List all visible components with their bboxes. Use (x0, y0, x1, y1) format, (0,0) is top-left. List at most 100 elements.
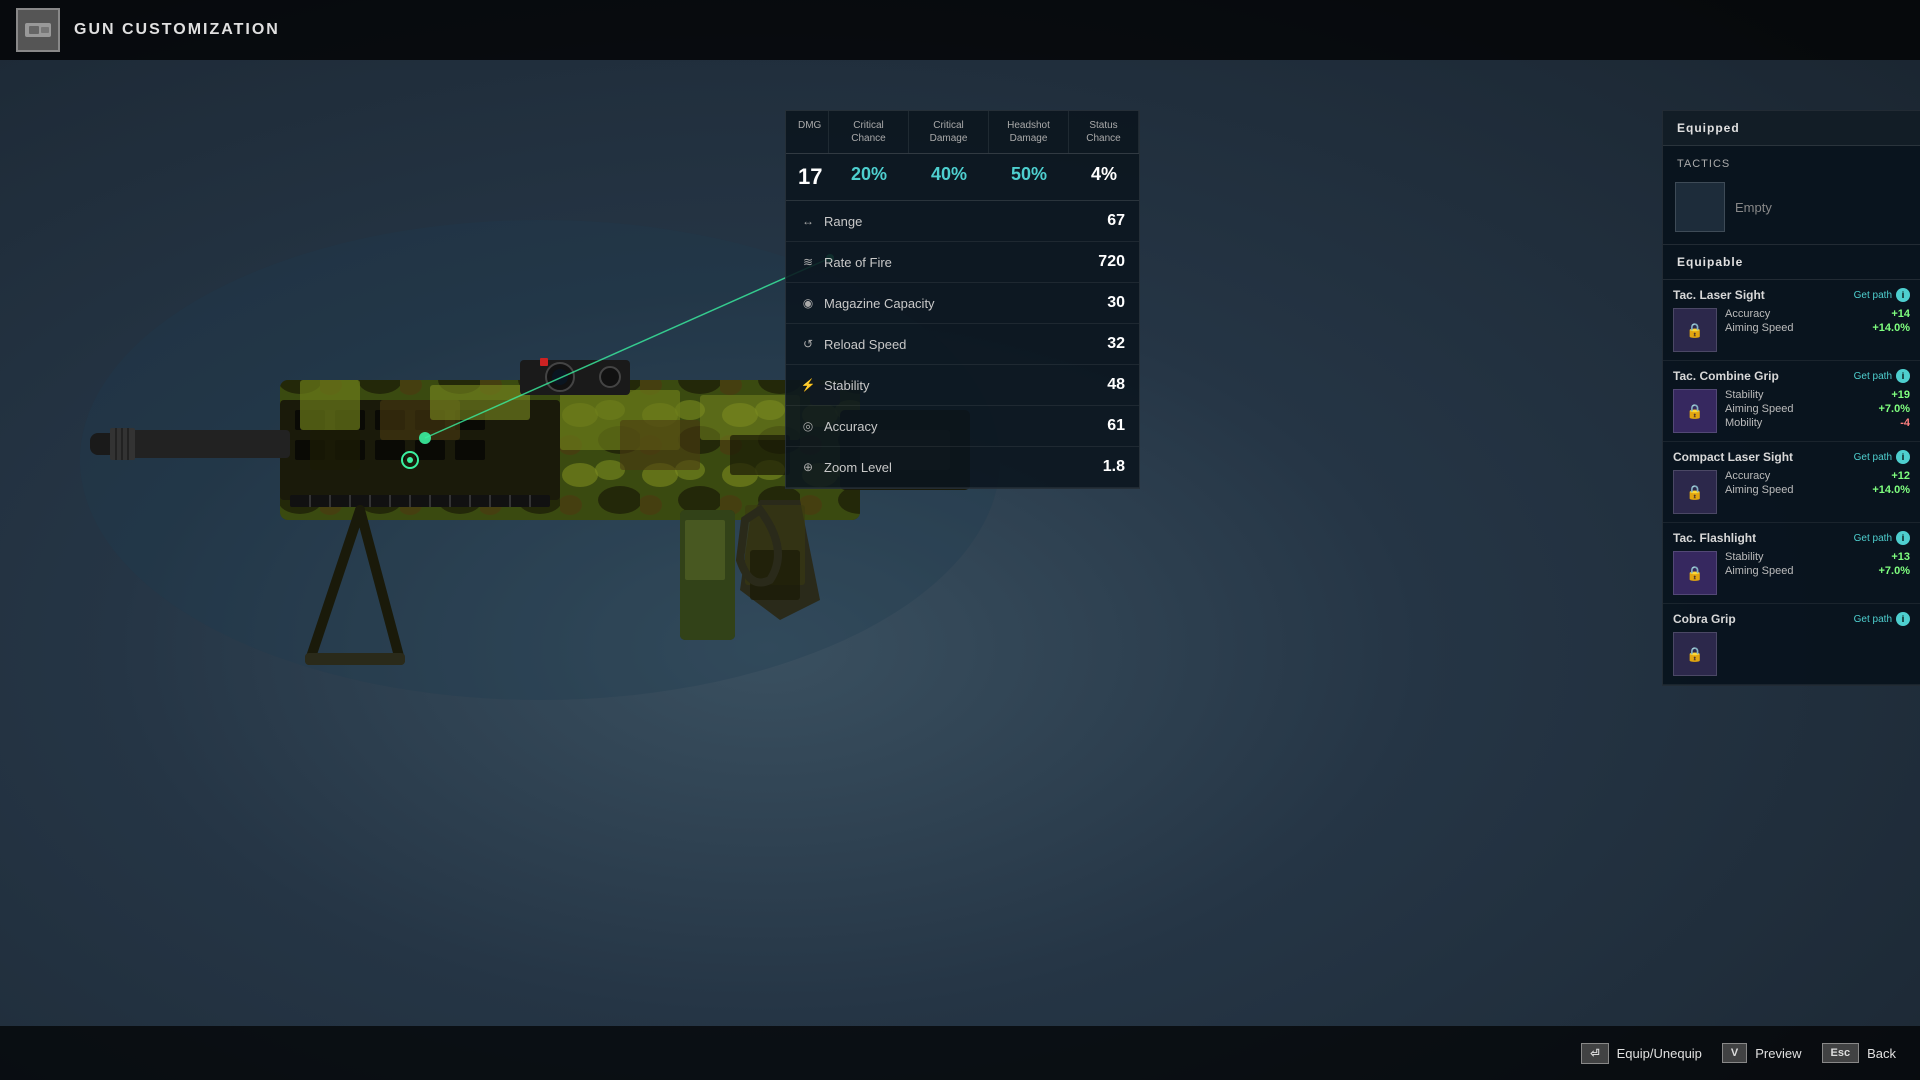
equip-stat-label: Mobility (1725, 417, 1762, 429)
equip-stat-row: Accuracy +14 (1725, 308, 1910, 320)
equip-item-name: Tac. Flashlight (1673, 531, 1756, 545)
stat-row: ≋ Rate of Fire 720 (786, 242, 1139, 283)
equip-item[interactable]: Tac. Flashlight Get path i 🔒 Stability +… (1663, 523, 1920, 604)
right-panel: Equipped TACTICS Empty Equipable Tac. La… (1662, 110, 1920, 686)
key-badge: Esc (1822, 1043, 1860, 1063)
equip-stat-label: Aiming Speed (1725, 322, 1794, 334)
info-icon[interactable]: i (1896, 288, 1910, 302)
stat-name: Zoom Level (824, 460, 892, 475)
headshot-damage-value: 50% (989, 164, 1069, 190)
equip-item-body: 🔒 (1673, 632, 1910, 676)
tactics-section: TACTICS Empty (1663, 146, 1920, 245)
get-path[interactable]: Get path i (1854, 288, 1910, 302)
tactics-label: TACTICS (1671, 154, 1912, 178)
get-path[interactable]: Get path i (1854, 612, 1910, 626)
stat-row: ◎ Accuracy 61 (786, 406, 1139, 447)
equip-stat-value: +14.0% (1872, 484, 1910, 496)
stat-icon: ⊕ (800, 460, 816, 474)
stat-label: ≋ Rate of Fire (800, 255, 892, 270)
equip-stats (1725, 632, 1910, 676)
lock-icon: 🔒 (1686, 403, 1703, 420)
get-path[interactable]: Get path i (1854, 531, 1910, 545)
info-icon[interactable]: i (1896, 531, 1910, 545)
equip-item[interactable]: Tac. Laser Sight Get path i 🔒 Accuracy +… (1663, 280, 1920, 361)
equip-item[interactable]: Compact Laser Sight Get path i 🔒 Accurac… (1663, 442, 1920, 523)
equip-stat-value: +14 (1891, 308, 1910, 320)
equip-stat-label: Aiming Speed (1725, 484, 1794, 496)
equip-item-header: Compact Laser Sight Get path i (1673, 450, 1910, 464)
equip-thumb: 🔒 (1673, 632, 1717, 676)
equip-stats: Accuracy +12 Aiming Speed +14.0% (1725, 470, 1910, 514)
info-icon[interactable]: i (1896, 612, 1910, 626)
key-badge: ⏎ (1581, 1043, 1608, 1064)
stat-name: Magazine Capacity (824, 296, 935, 311)
equip-item-header: Tac. Laser Sight Get path i (1673, 288, 1910, 302)
equip-item-body: 🔒 Stability +13 Aiming Speed +7.0% (1673, 551, 1910, 595)
stat-label: ⊕ Zoom Level (800, 460, 892, 475)
equip-stats: Accuracy +14 Aiming Speed +14.0% (1725, 308, 1910, 352)
stat-value: 720 (1098, 253, 1125, 271)
stat-row: ⊕ Zoom Level 1.8 (786, 447, 1139, 488)
equip-item[interactable]: Cobra Grip Get path i 🔒 (1663, 604, 1920, 685)
stat-name: Reload Speed (824, 337, 906, 352)
equip-thumb: 🔒 (1673, 308, 1717, 352)
equip-stat-value: +12 (1891, 470, 1910, 482)
info-icon[interactable]: i (1896, 369, 1910, 383)
equip-stat-row: Aiming Speed +7.0% (1725, 403, 1910, 415)
equip-item-body: 🔒 Accuracy +14 Aiming Speed +14.0% (1673, 308, 1910, 352)
equip-stat-value: -4 (1900, 417, 1910, 429)
equip-stat-label: Accuracy (1725, 470, 1770, 482)
equip-item-name: Tac. Combine Grip (1673, 369, 1779, 383)
info-icon[interactable]: i (1896, 450, 1910, 464)
critical-damage-value: 40% (909, 164, 989, 190)
equip-item[interactable]: Tac. Combine Grip Get path i 🔒 Stability… (1663, 361, 1920, 442)
equip-stat-label: Stability (1725, 551, 1764, 563)
stat-label: ◉ Magazine Capacity (800, 296, 935, 311)
equip-stat-value: +13 (1891, 551, 1910, 563)
bottom-action[interactable]: Esc Back (1822, 1043, 1896, 1063)
equip-stat-value: +7.0% (1879, 565, 1911, 577)
header-icon (16, 8, 60, 52)
dmg-value: 17 (786, 164, 829, 190)
stats-values-row: 17 20% 40% 50% 4% (786, 154, 1139, 201)
get-path[interactable]: Get path i (1854, 369, 1910, 383)
lock-icon: 🔒 (1686, 484, 1703, 501)
equip-thumb: 🔒 (1673, 389, 1717, 433)
lock-icon: 🔒 (1686, 646, 1703, 663)
bottom-actions: ⏎ Equip/Unequip V Preview Esc Back (1581, 1043, 1896, 1064)
stat-value: 48 (1107, 376, 1125, 394)
headshot-damage-header: HeadshotDamage (989, 111, 1069, 153)
equip-thumb: 🔒 (1673, 551, 1717, 595)
tactics-empty-label: Empty (1735, 190, 1772, 225)
equip-stat-row: Mobility -4 (1725, 417, 1910, 429)
action-label: Preview (1755, 1046, 1801, 1061)
stat-value: 1.8 (1103, 458, 1125, 476)
bottom-bar: ⏎ Equip/Unequip V Preview Esc Back (0, 1026, 1920, 1080)
tactics-thumb (1675, 182, 1725, 232)
equip-stat-value: +7.0% (1879, 403, 1911, 415)
stat-row: ↺ Reload Speed 32 (786, 324, 1139, 365)
equip-stat-value: +19 (1891, 389, 1910, 401)
equip-item-name: Cobra Grip (1673, 612, 1736, 626)
action-label: Equip/Unequip (1617, 1046, 1702, 1061)
equip-item-body: 🔒 Stability +19 Aiming Speed +7.0% Mobil… (1673, 389, 1910, 433)
header-bar: GUN CUSTOMIZATION (0, 0, 1920, 60)
bottom-action[interactable]: V Preview (1722, 1043, 1802, 1063)
equip-stat-row: Accuracy +12 (1725, 470, 1910, 482)
stat-value: 30 (1107, 294, 1125, 312)
equip-stat-row: Aiming Speed +7.0% (1725, 565, 1910, 577)
stat-name: Accuracy (824, 419, 877, 434)
stat-row: ↔ Range 67 (786, 201, 1139, 242)
stat-label: ◎ Accuracy (800, 419, 877, 434)
lock-icon: 🔒 (1686, 322, 1703, 339)
get-path[interactable]: Get path i (1854, 450, 1910, 464)
tactics-slot: Empty (1671, 178, 1912, 236)
equip-item-header: Cobra Grip Get path i (1673, 612, 1910, 626)
equip-item-header: Tac. Flashlight Get path i (1673, 531, 1910, 545)
stat-name: Range (824, 214, 862, 229)
key-badge: V (1722, 1043, 1747, 1063)
equip-stat-label: Aiming Speed (1725, 403, 1794, 415)
bottom-action[interactable]: ⏎ Equip/Unequip (1581, 1043, 1702, 1064)
critical-chance-value: 20% (829, 164, 909, 190)
status-chance-header: StatusChance (1069, 111, 1139, 153)
